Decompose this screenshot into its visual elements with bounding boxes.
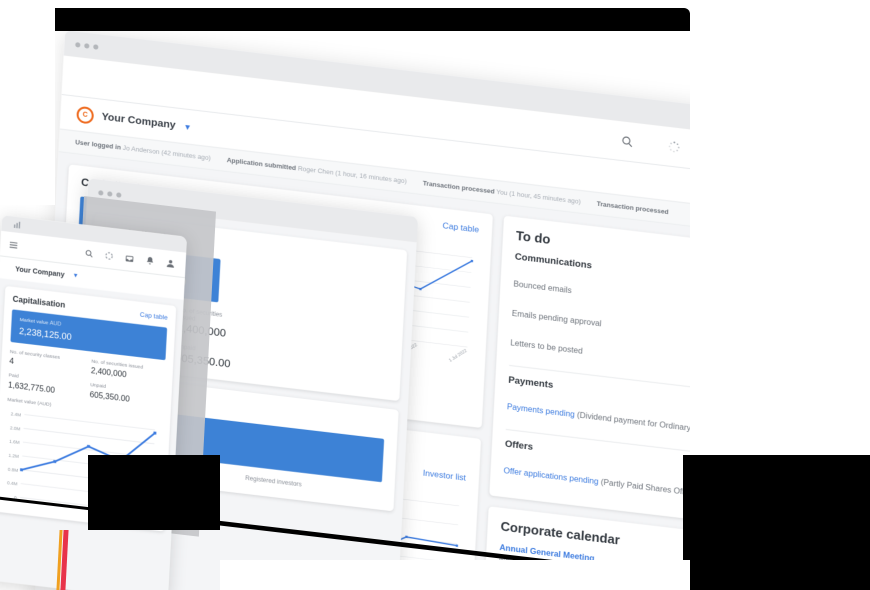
svg-text:0.4M: 0.4M bbox=[7, 480, 18, 486]
market-value-label-text: Market value bbox=[19, 317, 49, 327]
window-dot-close[interactable] bbox=[98, 189, 104, 196]
window-dot-minimize[interactable] bbox=[107, 190, 113, 197]
payments-pending-link[interactable]: Payments pending bbox=[507, 402, 575, 419]
window-dot-close[interactable] bbox=[75, 41, 81, 48]
market-value-currency: AUD bbox=[49, 320, 62, 329]
svg-text:0.8M: 0.8M bbox=[8, 467, 19, 473]
loading-spinner-icon bbox=[667, 140, 681, 154]
activity-item-title: Transaction processed bbox=[422, 179, 495, 196]
tablet-window: Your Company ▼ Capitalisation Cap table … bbox=[0, 215, 188, 590]
activity-item-title: Application submitted bbox=[226, 156, 297, 172]
app-icon bbox=[13, 221, 21, 229]
activity-item-title: Transaction processed bbox=[596, 200, 669, 216]
todo-row-label: Bounced emails bbox=[513, 279, 572, 295]
window-dot-maximize[interactable] bbox=[116, 191, 122, 198]
calendar-title: Corporate calendar bbox=[500, 518, 621, 548]
todo-row-label: Letters to be posted bbox=[510, 338, 583, 356]
capitalisation-title: Capitalisation bbox=[12, 294, 66, 310]
activity-item-detail: You (1 hour, 45 minutes ago) bbox=[496, 188, 581, 206]
todo-row-label: Emails pending approval bbox=[511, 308, 602, 329]
stat-paid: Paid 1,632,775.00 bbox=[8, 372, 82, 397]
svg-text:1.2M: 1.2M bbox=[8, 453, 19, 459]
search-icon[interactable] bbox=[620, 134, 634, 148]
device-bezel-right bbox=[683, 455, 870, 590]
window-dot-maximize[interactable] bbox=[93, 43, 99, 50]
stat-securities-issued: No. of securities issued 2,400,000 bbox=[91, 358, 165, 383]
loading-spinner-icon bbox=[104, 251, 113, 261]
company-name-label: Your Company bbox=[101, 110, 176, 132]
brand-logo-icon: C bbox=[76, 105, 95, 125]
device-bezel-top bbox=[55, 8, 690, 31]
todo-title: To do bbox=[515, 227, 551, 247]
edge-mask bbox=[0, 0, 55, 205]
edge-mask bbox=[220, 560, 690, 590]
offer-applications-detail: (Partly Paid Shares Offer) bbox=[600, 477, 695, 498]
svg-text:1.6M: 1.6M bbox=[9, 439, 20, 445]
svg-text:2.0M: 2.0M bbox=[10, 425, 21, 431]
hero-composition: C Your Company ▼ User logged in Jo Ander… bbox=[0, 0, 870, 590]
chevron-down-icon[interactable]: ▼ bbox=[183, 122, 191, 132]
user-avatar-icon[interactable] bbox=[165, 258, 176, 269]
stat-unpaid: Unpaid 605,350.00 bbox=[89, 382, 163, 407]
cap-table-link[interactable]: Cap table bbox=[442, 220, 479, 234]
cap-table-link[interactable]: Cap table bbox=[140, 312, 168, 322]
todo-row-label: Offer applications pending (Partly Paid … bbox=[503, 465, 694, 500]
svg-text:2.4M: 2.4M bbox=[11, 411, 22, 417]
offer-applications-link[interactable]: Offer applications pending bbox=[503, 466, 598, 486]
investor-list-link[interactable]: Investor list bbox=[423, 468, 467, 483]
activity-item-title: User logged in bbox=[74, 138, 122, 152]
stat-security-classes: No. of security classes 4 bbox=[9, 349, 83, 374]
activity-item[interactable]: Transaction processed bbox=[597, 200, 669, 215]
chevron-down-icon[interactable]: ▼ bbox=[72, 273, 78, 280]
inbox-icon[interactable] bbox=[124, 253, 135, 264]
hamburger-menu-icon[interactable] bbox=[8, 239, 19, 250]
search-icon[interactable] bbox=[84, 249, 93, 259]
notifications-bell-icon[interactable] bbox=[145, 256, 154, 266]
company-name-label: Your Company bbox=[15, 265, 65, 279]
window-dot-minimize[interactable] bbox=[84, 42, 90, 49]
svg-text:1 Jul 2022: 1 Jul 2022 bbox=[448, 348, 468, 363]
edge-mask bbox=[690, 0, 870, 455]
activity-item-detail: Jo Anderson (42 minutes ago) bbox=[122, 144, 211, 162]
